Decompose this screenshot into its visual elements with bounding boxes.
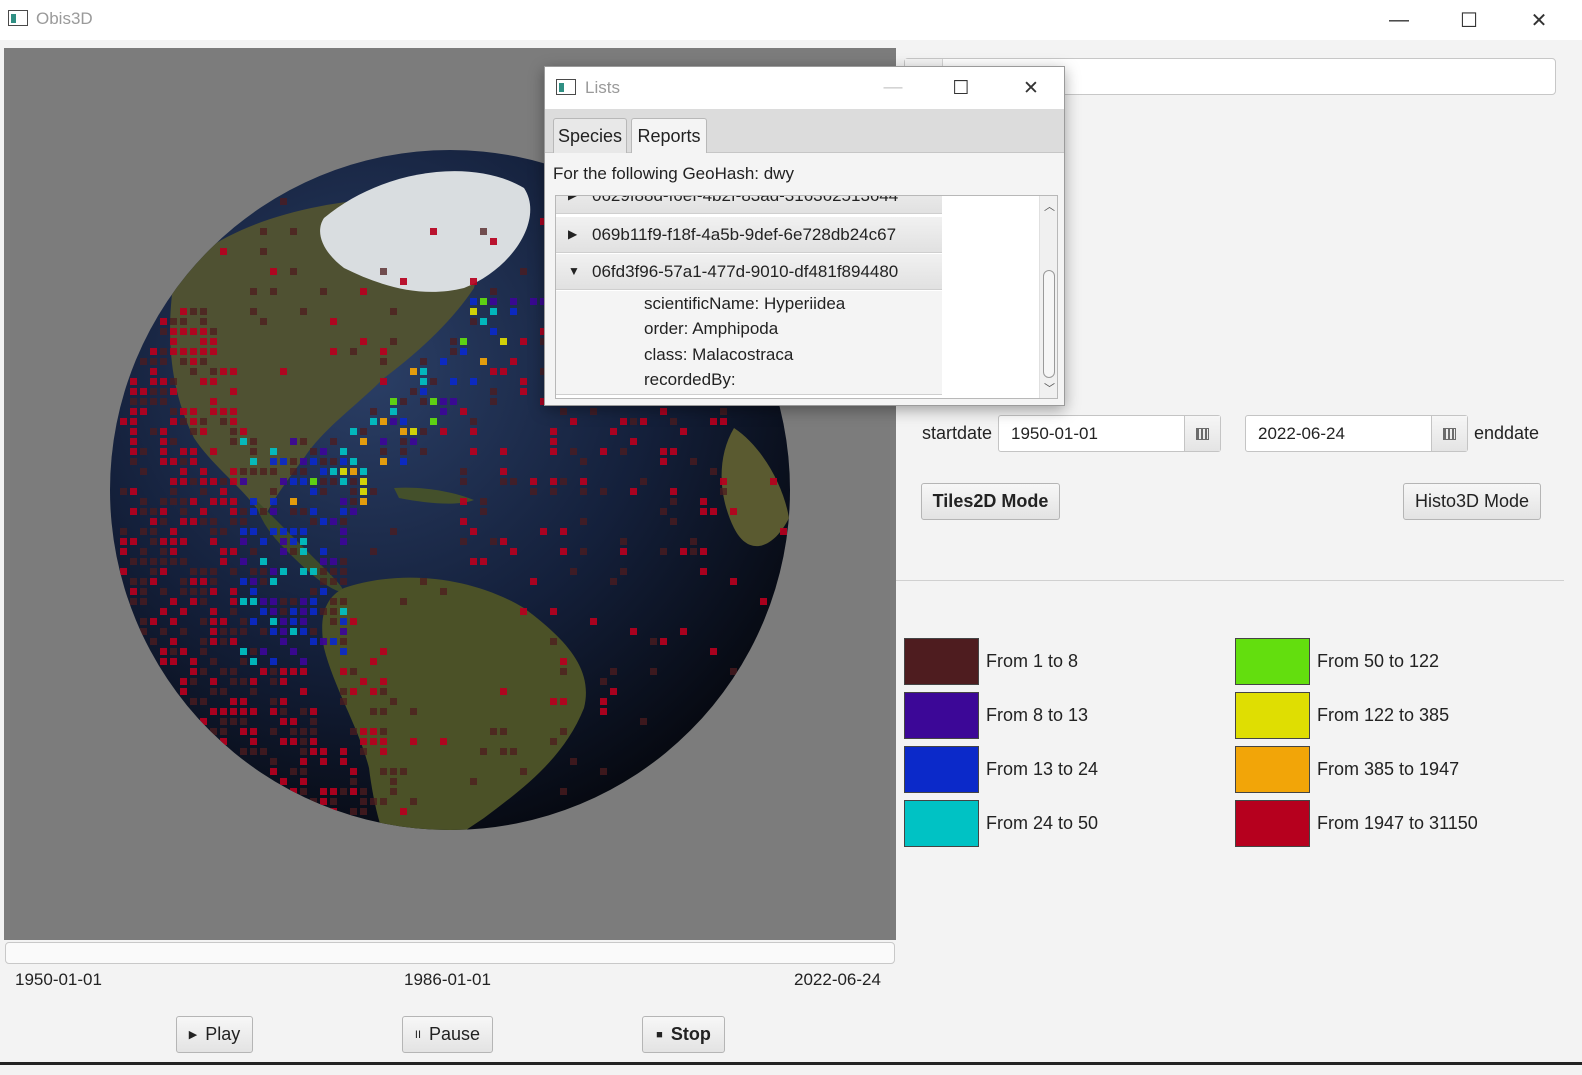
legend-label: From 8 to 13 bbox=[986, 705, 1089, 725]
startdate-calendar-button[interactable] bbox=[1184, 416, 1220, 451]
timeline-start-label: 1950-01-01 bbox=[15, 970, 102, 989]
lists-dialog: Lists — ☐ ✕ Species Reports For the foll… bbox=[544, 66, 1065, 406]
title-bar: Obis3D — ☐ ✕ bbox=[0, 0, 1582, 40]
dialog-minimize-button[interactable]: — bbox=[863, 67, 923, 109]
collapse-arrow-icon[interactable]: ▼ bbox=[568, 264, 580, 278]
minimize-button[interactable]: — bbox=[1366, 0, 1432, 40]
minimize-icon: — bbox=[883, 77, 903, 98]
separator bbox=[896, 580, 1564, 581]
expand-arrow-icon[interactable]: ▶ bbox=[568, 196, 577, 202]
enddate-picker[interactable]: 2022-06-24 bbox=[1245, 415, 1468, 452]
legend-swatch bbox=[1235, 800, 1310, 847]
legend-swatch bbox=[904, 638, 979, 685]
startdate-picker[interactable]: 1950-01-01 bbox=[998, 415, 1221, 452]
legend-swatch bbox=[904, 692, 979, 739]
scroll-down-icon[interactable]: ﹀ bbox=[1044, 380, 1055, 396]
record-id: 0629f88d-f6ef-4b2f-83ad-316362513644 bbox=[592, 195, 899, 205]
maximize-icon: ☐ bbox=[952, 77, 970, 99]
maximize-icon: ☐ bbox=[1460, 9, 1478, 32]
minimize-icon: — bbox=[1389, 8, 1409, 31]
enddate-value[interactable]: 2022-06-24 bbox=[1258, 424, 1345, 444]
detail-class: class: Malacostraca bbox=[644, 345, 794, 364]
tree-row[interactable]: ▶ 069b11f9-f18f-4a5b-9def-6e728db24c67 bbox=[556, 217, 942, 253]
scroll-up-icon[interactable]: ︿ bbox=[1044, 198, 1055, 214]
record-details: scientificName: Hyperiidea order: Amphip… bbox=[556, 291, 942, 395]
record-id: 069b11f9-f18f-4a5b-9def-6e728db24c67 bbox=[592, 225, 897, 244]
tab-species[interactable]: Species bbox=[553, 118, 627, 153]
close-button[interactable]: ✕ bbox=[1506, 0, 1572, 40]
timeline-end-label: 2022-06-24 bbox=[794, 970, 881, 989]
legend-swatch bbox=[904, 800, 979, 847]
dialog-title: Lists bbox=[585, 78, 620, 97]
dialog-maximize-button[interactable]: ☐ bbox=[931, 67, 991, 109]
vertical-scrollbar[interactable]: ︿ ﹀ bbox=[1039, 196, 1057, 398]
dialog-tab-bar: Species Reports bbox=[545, 109, 1064, 153]
reports-tree[interactable]: ▶ 0629f88d-f6ef-4b2f-83ad-316362513644 ▶… bbox=[555, 195, 1058, 399]
startdate-label: startdate bbox=[922, 423, 993, 443]
dialog-title-bar: Lists — ☐ ✕ bbox=[545, 67, 1064, 109]
legend-label: From 122 to 385 bbox=[1317, 705, 1450, 725]
tree-row[interactable]: ▶ 0629f88d-f6ef-4b2f-83ad-316362513644 bbox=[556, 195, 942, 214]
detail-scientific-name: scientificName: Hyperiidea bbox=[644, 294, 846, 313]
tree-row-expanded[interactable]: ▼ 06fd3f96-57a1-477d-9010-df481f894480 bbox=[556, 254, 942, 290]
detail-recorded-by: recordedBy: bbox=[644, 370, 736, 389]
legend-swatch bbox=[1235, 746, 1310, 793]
maximize-button[interactable]: ☐ bbox=[1436, 0, 1502, 40]
tiles2d-mode-button[interactable]: Tiles2D Mode bbox=[921, 483, 1060, 520]
legend-swatch bbox=[1235, 692, 1310, 739]
pause-button[interactable]: II Pause bbox=[402, 1016, 493, 1053]
timeline-mid-label: 1986-01-01 bbox=[404, 970, 491, 989]
play-button[interactable]: ▶ Play bbox=[176, 1016, 253, 1053]
legend-swatch bbox=[1235, 638, 1310, 685]
startdate-value[interactable]: 1950-01-01 bbox=[1011, 424, 1098, 444]
stop-button[interactable]: ■ Stop bbox=[642, 1016, 725, 1053]
record-id: 06fd3f96-57a1-477d-9010-df481f894480 bbox=[592, 262, 899, 281]
detail-order: order: Amphipoda bbox=[644, 319, 779, 338]
window-title: Obis3D bbox=[36, 9, 93, 28]
geohash-caption: For the following GeoHash: dwy bbox=[553, 164, 794, 183]
stop-icon: ■ bbox=[656, 1028, 663, 1041]
calendar-icon bbox=[1196, 427, 1209, 440]
scrollbar-thumb[interactable] bbox=[1043, 270, 1055, 378]
enddate-label: enddate bbox=[1474, 423, 1540, 443]
legend-label: From 24 to 50 bbox=[986, 813, 1099, 833]
legend-label: From 13 to 24 bbox=[986, 759, 1099, 779]
calendar-icon bbox=[1443, 427, 1456, 440]
dialog-close-button[interactable]: ✕ bbox=[1001, 67, 1061, 109]
legend-swatch bbox=[904, 746, 979, 793]
histo3d-mode-button[interactable]: Histo3D Mode bbox=[1403, 483, 1541, 520]
dialog-app-icon bbox=[556, 79, 576, 95]
legend-label: From 1947 to 31150 bbox=[1317, 813, 1478, 833]
app-icon bbox=[8, 10, 28, 26]
stop-label: Stop bbox=[670, 1024, 711, 1044]
timeline-slider[interactable] bbox=[5, 942, 895, 964]
play-label: Play bbox=[205, 1024, 241, 1044]
close-icon: ✕ bbox=[1530, 9, 1548, 32]
tab-reports[interactable]: Reports bbox=[631, 118, 707, 153]
enddate-calendar-button[interactable] bbox=[1431, 416, 1467, 451]
pause-label: Pause bbox=[429, 1024, 481, 1044]
play-icon: ▶ bbox=[188, 1029, 198, 1041]
window-bottom-border bbox=[0, 1062, 1582, 1065]
legend-label: From 1 to 8 bbox=[986, 651, 1079, 671]
pause-icon: II bbox=[414, 1028, 422, 1041]
close-icon: ✕ bbox=[1023, 77, 1039, 99]
legend-label: From 50 to 122 bbox=[1317, 651, 1440, 671]
legend-label: From 385 to 1947 bbox=[1317, 759, 1460, 779]
expand-arrow-icon[interactable]: ▶ bbox=[568, 227, 577, 241]
